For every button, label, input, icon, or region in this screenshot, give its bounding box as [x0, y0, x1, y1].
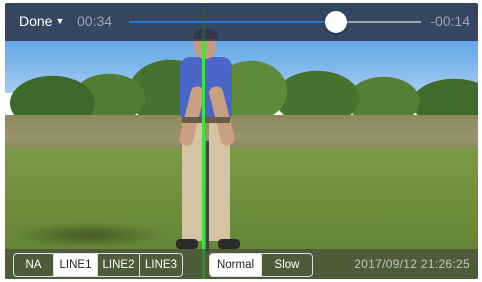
speed-slow-button[interactable]: Slow	[262, 254, 312, 276]
caret-down-icon: ▼	[55, 16, 65, 26]
golfer-shoe-left	[176, 239, 198, 249]
done-label: Done	[19, 13, 53, 29]
line-mode-line2-button[interactable]: LINE2	[98, 254, 140, 276]
playback-bar: Done ▼ 00:34 -00:14	[5, 3, 478, 41]
elapsed-time: 00:34	[77, 13, 113, 29]
scrubber-progress	[129, 21, 337, 23]
timestamp: 2017/09/12 21:26:25	[354, 257, 470, 271]
speed-normal-button[interactable]: Normal	[210, 254, 262, 276]
mode-bar: NA LINE1 LINE2 LINE3 Normal Slow 2017/09/12 …	[5, 249, 478, 279]
video-frame[interactable]	[5, 3, 478, 279]
speed-selector: Normal Slow	[209, 253, 313, 277]
line-mode-selector: NA LINE1 LINE2 LINE3	[13, 253, 183, 277]
golf-club	[206, 141, 209, 251]
line-mode-na-button[interactable]: NA	[14, 254, 54, 276]
golfer-shoe-right	[218, 239, 240, 249]
scrubber-knob[interactable]	[325, 11, 348, 33]
vertical-guide-line[interactable]	[202, 3, 205, 279]
remaining-time: -00:14	[430, 13, 470, 29]
line-mode-line1-button[interactable]: LINE1	[54, 254, 98, 276]
golfer-belt	[182, 117, 230, 123]
scrubber-track[interactable]	[129, 21, 421, 23]
done-button[interactable]: Done ▼	[19, 13, 64, 29]
line-mode-line3-button[interactable]: LINE3	[140, 254, 182, 276]
golfer	[170, 29, 250, 256]
video-player: Done ▼ 00:34 -00:14 NA LINE1 LINE2 LINE3 Nor…	[5, 3, 478, 279]
